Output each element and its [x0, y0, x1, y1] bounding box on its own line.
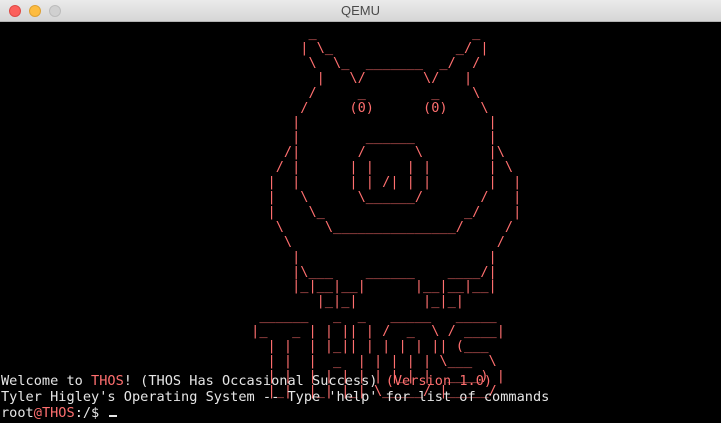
prompt-at: @	[33, 405, 42, 421]
info-line: Tyler Higley's Operating System -- Type …	[1, 389, 550, 405]
terminal-screen[interactable]: _ _ | \_ _/ | \ \_ _______ _/ / | \/ \/ …	[0, 22, 721, 423]
os-name: THOS	[91, 373, 124, 389]
title-bar[interactable]: QEMU	[0, 0, 721, 22]
welcome-prefix: Welcome to	[1, 373, 92, 389]
prompt-host: THOS	[41, 405, 75, 421]
ascii-art-logo: _ _ | \_ _/ | \ \_ _______ _/ / | \/ \/ …	[251, 25, 522, 399]
version-text: (Version 1.0)	[385, 373, 493, 389]
command-prompt[interactable]: root@THOS:/$	[1, 405, 118, 421]
qemu-window: QEMU _ _ | \_ _/ | \ \_ _______ _/ / | \…	[0, 0, 721, 423]
welcome-tagline: ! (THOS Has Occasional Success)	[123, 373, 386, 389]
prompt-path: :/$	[74, 405, 108, 421]
window-title: QEMU	[341, 3, 380, 18]
prompt-user: root	[1, 405, 34, 421]
welcome-line: Welcome to THOS! (THOS Has Occasional Su…	[1, 373, 492, 389]
text-cursor	[109, 415, 118, 417]
